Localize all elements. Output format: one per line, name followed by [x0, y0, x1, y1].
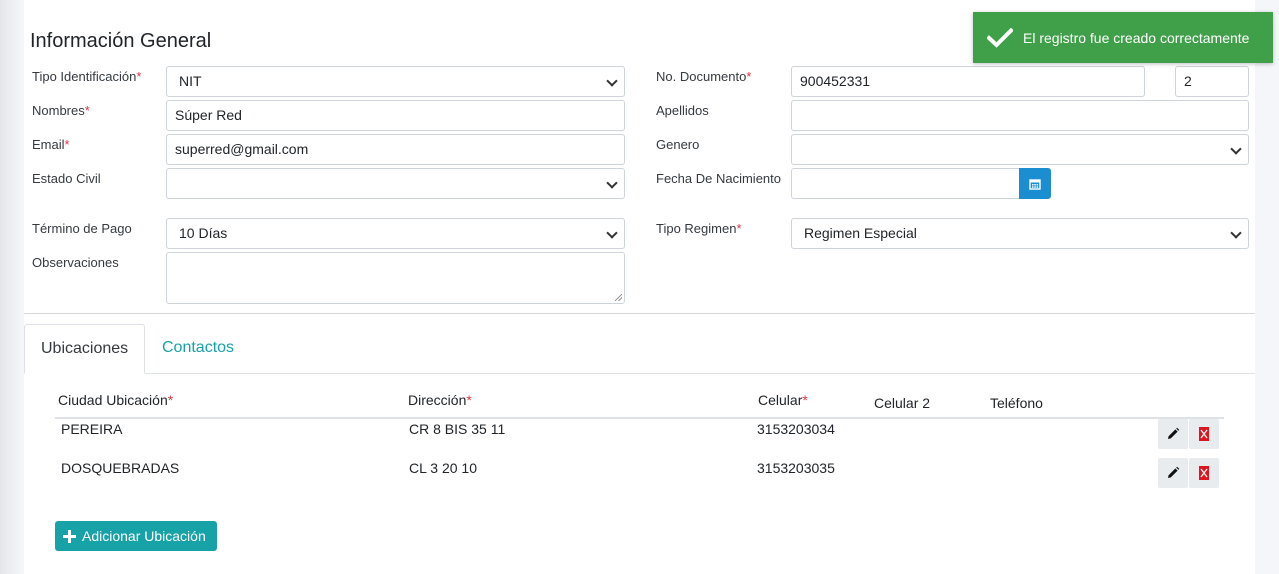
cell-direccion: CL 3 20 10	[409, 460, 477, 476]
nombres-label: Nombres*	[32, 103, 90, 118]
tipo-regimen-select[interactable]: Regimen Especial	[791, 218, 1249, 249]
delete-icon	[1199, 466, 1209, 480]
calendar-button[interactable]	[1019, 168, 1051, 199]
tab-contactos[interactable]: Contactos	[146, 324, 250, 374]
check-icon	[987, 27, 1013, 48]
fecha-nacimiento-label: Fecha De Nacimiento	[656, 171, 781, 186]
column-header-celular: Celular*	[758, 392, 808, 408]
edit-button[interactable]	[1158, 458, 1188, 488]
no-documento-input[interactable]: 900452331	[791, 66, 1145, 97]
section-divider	[24, 313, 1255, 314]
column-header-celular-2: Celular 2	[874, 395, 931, 411]
pencil-icon	[1168, 466, 1180, 478]
termino-pago-label: Término de Pago	[32, 221, 132, 236]
fecha-nacimiento-input[interactable]	[791, 168, 1020, 199]
no-documento-label: No. Documento*	[656, 69, 752, 84]
column-header-direccion: Dirección*	[408, 392, 472, 408]
table-header-border	[55, 417, 1224, 419]
genero-select[interactable]	[791, 134, 1249, 165]
delete-button[interactable]	[1189, 419, 1219, 449]
tipo-regimen-label: Tipo Regimen*	[656, 221, 742, 236]
observaciones-label: Observaciones	[32, 255, 119, 270]
column-header-telefono: Teléfono	[990, 395, 1043, 411]
observaciones-textarea[interactable]	[166, 252, 625, 304]
calendar-icon	[1029, 178, 1041, 190]
genero-label: Genero	[656, 137, 700, 152]
add-location-button[interactable]: Adicionar Ubicación	[55, 521, 217, 551]
section-title: Información General	[30, 30, 212, 52]
cell-celular: 3153203034	[757, 421, 835, 437]
apellidos-input[interactable]	[791, 100, 1249, 131]
tipo-identificacion-select[interactable]: NIT	[166, 66, 625, 97]
email-field[interactable]: superred@gmail.com	[166, 134, 625, 165]
cell-ciudad: DOSQUEBRADAS	[61, 460, 180, 476]
add-location-label: Adicionar Ubicación	[82, 528, 206, 544]
delete-button[interactable]	[1189, 458, 1219, 488]
delete-icon	[1199, 427, 1209, 441]
pencil-icon	[1168, 427, 1180, 439]
column-header-ciudad: Ciudad Ubicación*	[58, 392, 174, 408]
tab-ubicaciones[interactable]: Ubicaciones	[24, 324, 145, 374]
termino-pago-select[interactable]: 10 Días	[166, 218, 625, 249]
cell-direccion: CR 8 BIS 35 11	[409, 421, 506, 437]
success-toast[interactable]: El registro fue creado correctamente	[973, 12, 1273, 63]
apellidos-label: Apellidos	[656, 103, 709, 118]
plus-icon	[63, 529, 76, 543]
cell-ciudad: PEREIRA	[61, 421, 123, 437]
page-left-shadow	[0, 0, 22, 574]
email-label: Email*	[32, 137, 70, 152]
estado-civil-select[interactable]	[166, 168, 625, 199]
estado-civil-label: Estado Civil	[32, 171, 101, 186]
cell-celular: 3153203035	[757, 460, 835, 476]
edit-button[interactable]	[1158, 419, 1188, 449]
toast-message: El registro fue creado correctamente	[1023, 29, 1250, 46]
nombres-input[interactable]: Súper Red	[166, 100, 625, 131]
digito-verificacion-input[interactable]: 2	[1175, 66, 1249, 97]
tipo-identificacion-label: Tipo Identificación*	[32, 69, 142, 84]
